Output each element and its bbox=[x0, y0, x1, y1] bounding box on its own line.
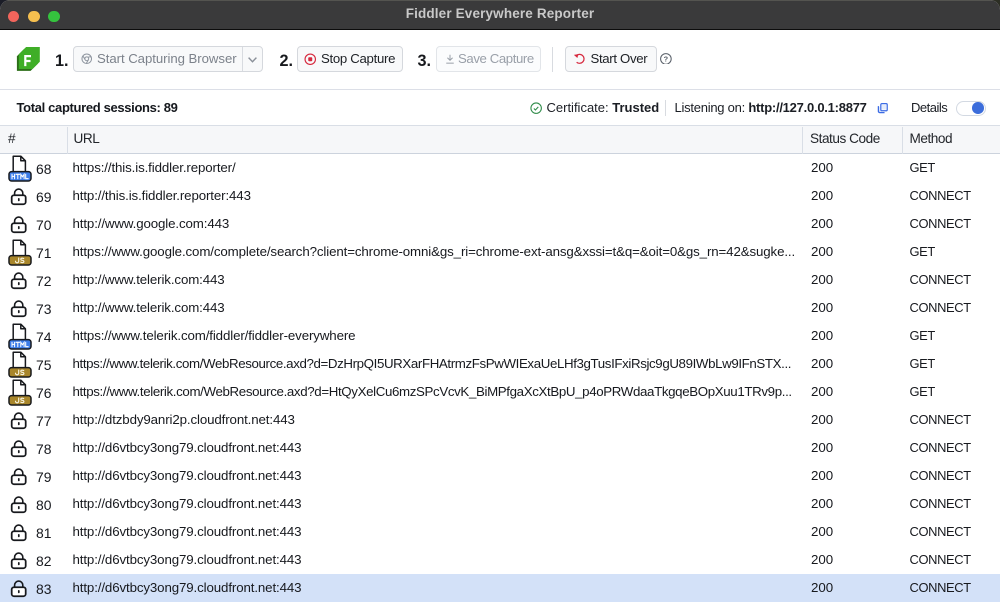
svg-text:?: ? bbox=[664, 54, 669, 63]
